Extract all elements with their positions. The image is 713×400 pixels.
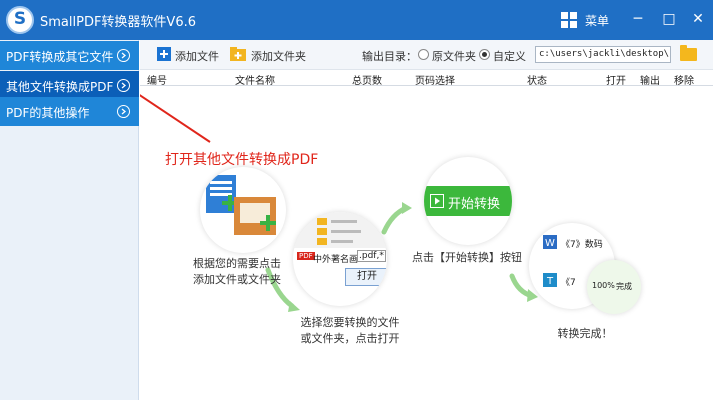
start-conversion-illustration: 开始转换 [424,186,512,216]
step2-caption-line1: 选择您要转换的文件 [300,316,400,329]
app-logo: S [6,6,34,34]
start-conversion-label: 开始转换 [448,197,501,212]
col-index: 编号 [147,76,167,87]
green-arrow-2-head [402,202,412,214]
app-window: S SmallPDF转换器软件V6.6 菜单 ─ □ ✕ PDF转换成其它文件 … [0,0,713,400]
step4-progress-circle: 100% 完成 [587,260,641,314]
sidebar-item-label: PDF的其他操作 [6,106,90,120]
text-doc-icon: T [543,273,557,287]
step1-caption: 根据您的需要点击 添加文件或文件夹 [182,256,292,288]
radio-original-folder[interactable] [418,49,429,60]
add-folder-button[interactable]: 添加文件夹 [230,46,320,64]
chevron-right-icon [117,79,130,92]
radio-custom-label: 自定义 [493,50,526,63]
col-pages: 总页数 [352,76,382,87]
col-page-select: 页码选择 [415,76,455,87]
radio-original-folder-label: 原文件夹 [432,50,476,63]
step2-file-name: 中外著名画 [313,255,359,265]
add-file-icon [157,47,171,61]
app-title: SmallPDF转换器软件V6.6 [40,15,197,30]
step4-percent: 100% [592,281,615,290]
step2-open-button: 打开 [345,268,387,286]
app-logo-letter: S [13,9,27,29]
title-bar: S SmallPDF转换器软件V6.6 菜单 ─ □ ✕ [0,0,713,40]
step1-circle [200,167,286,253]
step3-caption: 点击【开始转换】按钮 [412,251,522,264]
browse-folder-icon[interactable] [680,45,697,61]
chevron-right-icon [117,105,130,118]
svg-text:W: W [545,238,555,249]
svg-text:T: T [546,276,554,287]
minimize-button[interactable]: ─ [627,8,649,30]
red-pointer-arrow [140,94,211,143]
file-table-header: 编号 文件名称 总页数 页码选择 状态 打开 输出 移除 [140,70,713,87]
guide-panel: 打开其他文件转换成PDF 根据您的需要点击 添加文件或文件夹 PDF 中外著名画… [140,86,713,400]
word-doc-icon: W [543,235,557,249]
chevron-right-icon [117,49,130,62]
col-open: 打开 [606,76,626,87]
step4-caption: 转换完成！ [557,327,613,340]
step2-caption: 选择您要转换的文件 或文件夹，点击打开 [290,315,410,347]
col-remove: 移除 [674,76,694,87]
output-dir-label: 输出目录： [362,50,417,63]
sidebar-item-pdf-to-other[interactable]: PDF转换成其它文件 [0,41,139,70]
step2-file-ext: .pdf,* [357,250,386,262]
step4-done: 完成 [616,282,632,291]
sidebar-item-label: 其他文件转换成PDF [6,80,114,94]
sidebar-item-label: PDF转换成其它文件 [6,50,114,64]
step4-item2: 《7 [561,278,576,288]
menu-button[interactable]: 菜单 [585,12,609,29]
close-button[interactable]: ✕ [687,8,709,30]
maximize-button[interactable]: □ [658,8,680,30]
guide-title: 打开其他文件转换成PDF [165,152,319,168]
folder-rows-icon [317,218,361,245]
sidebar-item-other-to-pdf[interactable]: 其他文件转换成PDF [0,71,139,100]
step3-circle: 开始转换 [424,157,512,245]
play-icon [430,194,444,208]
green-arrow-1-head [288,301,300,312]
sidebar-item-pdf-other-ops[interactable]: PDF的其他操作 [0,97,139,126]
menu-grid-icon[interactable] [561,12,577,28]
step2-folder-list [293,212,387,248]
step1-caption-line2: 添加文件或文件夹 [193,273,281,286]
add-files-illustration-icon [206,175,276,235]
pdf-file-badge-icon: PDF [297,252,315,260]
toolbar: 添加文件 添加文件夹 输出目录： 原文件夹 自定义 c:\users\jackl… [140,40,713,70]
add-file-label: 添加文件 [175,50,219,63]
step1-caption-line1: 根据您的需要点击 [193,257,281,270]
add-folder-icon [230,47,246,61]
add-file-button[interactable]: 添加文件 [157,46,237,64]
step4-item1: 《7》数码 [561,240,603,250]
col-filename: 文件名称 [235,76,275,87]
col-output: 输出 [640,76,660,87]
step2-circle: PDF 中外著名画 .pdf,* 打开 [293,212,387,306]
sidebar: PDF转换成其它文件 其他文件转换成PDF PDF的其他操作 [0,40,139,400]
add-folder-label: 添加文件夹 [251,50,306,63]
output-path-input[interactable]: c:\users\jackli\desktop\ [535,46,671,63]
step2-caption-line2: 或文件夹，点击打开 [300,332,400,345]
radio-custom[interactable] [479,49,490,60]
col-status: 状态 [527,76,547,87]
